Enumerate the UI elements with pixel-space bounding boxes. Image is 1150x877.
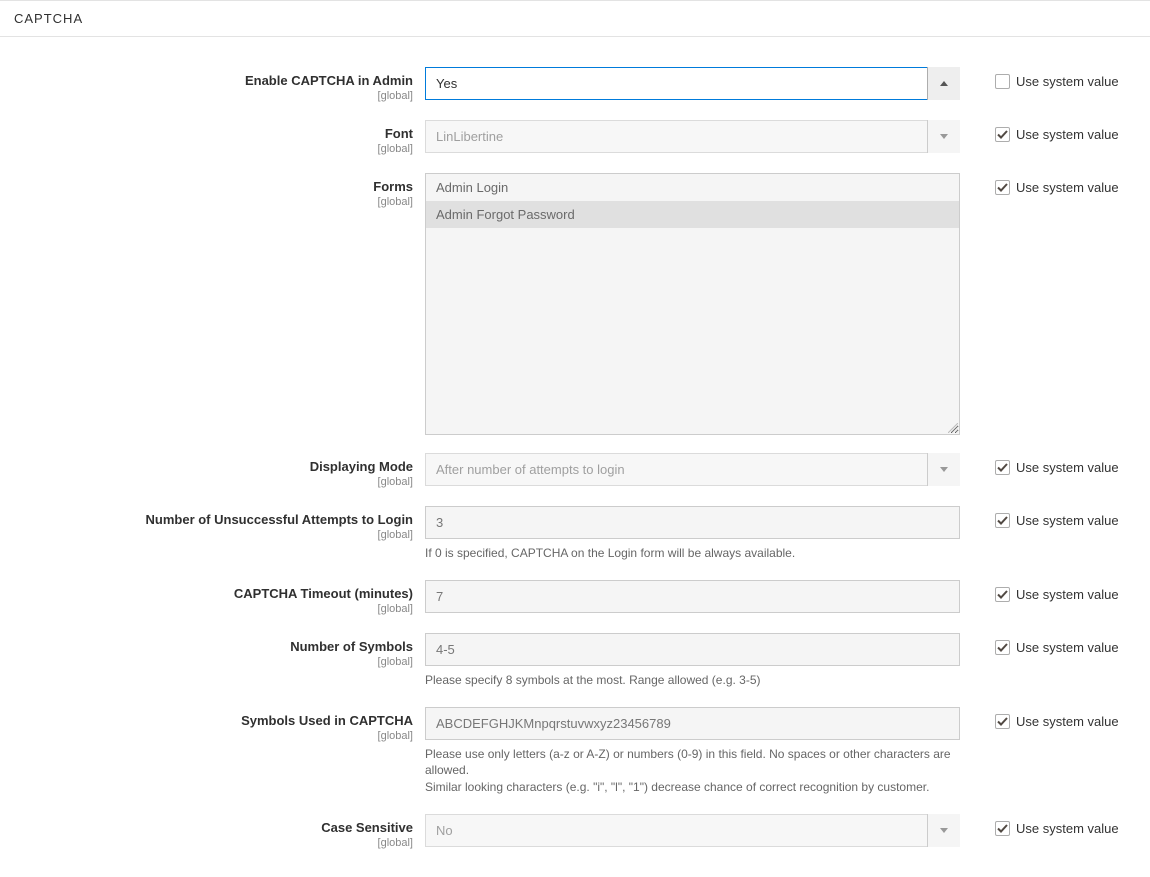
label-case-sensitive: Case Sensitive (0, 820, 413, 835)
section-header[interactable]: CAPTCHA (0, 0, 1150, 37)
select-case-sensitive: No (425, 814, 960, 847)
use-system-label[interactable]: Use system value (1016, 127, 1119, 142)
use-system-label[interactable]: Use system value (1016, 821, 1119, 836)
checkbox-use-system-symbols-count[interactable] (995, 640, 1010, 655)
use-system-label[interactable]: Use system value (1016, 513, 1119, 528)
label-displaying-mode: Displaying Mode (0, 459, 413, 474)
checkbox-use-system-symbols-used[interactable] (995, 714, 1010, 729)
captcha-fieldset: Enable CAPTCHA in Admin [global] Yes Use… (0, 37, 1150, 877)
scope-label: [global] (0, 603, 413, 615)
scope-label: [global] (0, 476, 413, 488)
forms-option-admin-login: Admin Login (426, 174, 959, 201)
label-attempts: Number of Unsuccessful Attempts to Login (0, 512, 413, 527)
field-symbols-used: Symbols Used in CAPTCHA [global] Please … (0, 707, 1150, 796)
use-system-label[interactable]: Use system value (1016, 74, 1119, 89)
field-case-sensitive: Case Sensitive [global] No Use system va… (0, 814, 1150, 849)
multiselect-forms: Admin Login Admin Forgot Password (425, 173, 960, 435)
field-enable-captcha: Enable CAPTCHA in Admin [global] Yes Use… (0, 67, 1150, 102)
use-system-label[interactable]: Use system value (1016, 640, 1119, 655)
field-symbols-count: Number of Symbols [global] Please specif… (0, 633, 1150, 689)
label-timeout: CAPTCHA Timeout (minutes) (0, 586, 413, 601)
note-attempts: If 0 is specified, CAPTCHA on the Login … (425, 545, 960, 562)
scope-label: [global] (0, 90, 413, 102)
input-attempts (425, 506, 960, 539)
section-title: CAPTCHA (14, 11, 83, 26)
input-symbols-count (425, 633, 960, 666)
label-font: Font (0, 126, 413, 141)
scope-label: [global] (0, 837, 413, 849)
note-symbols-count: Please specify 8 symbols at the most. Ra… (425, 672, 960, 689)
checkbox-use-system-enable[interactable] (995, 74, 1010, 89)
scope-label: [global] (0, 196, 413, 208)
checkbox-use-system-timeout[interactable] (995, 587, 1010, 602)
resize-handle-icon (948, 423, 958, 433)
field-timeout: CAPTCHA Timeout (minutes) [global] Use s… (0, 580, 1150, 615)
label-symbols-count: Number of Symbols (0, 639, 413, 654)
checkbox-use-system-attempts[interactable] (995, 513, 1010, 528)
field-attempts: Number of Unsuccessful Attempts to Login… (0, 506, 1150, 562)
checkbox-use-system-forms[interactable] (995, 180, 1010, 195)
select-font: LinLibertine (425, 120, 960, 153)
select-displaying-mode: After number of attempts to login (425, 453, 960, 486)
field-forms: Forms [global] Admin Login Admin Forgot … (0, 173, 1150, 435)
note-symbols-used-2: Similar looking characters (e.g. "i", "l… (425, 779, 960, 796)
note-symbols-used-1: Please use only letters (a-z or A-Z) or … (425, 746, 960, 780)
scope-label: [global] (0, 730, 413, 742)
use-system-label[interactable]: Use system value (1016, 180, 1119, 195)
scope-label: [global] (0, 656, 413, 668)
scope-label: [global] (0, 143, 413, 155)
use-system-label[interactable]: Use system value (1016, 460, 1119, 475)
input-timeout (425, 580, 960, 613)
label-enable-captcha: Enable CAPTCHA in Admin (0, 73, 413, 88)
label-forms: Forms (0, 179, 413, 194)
field-displaying-mode: Displaying Mode [global] After number of… (0, 453, 1150, 488)
checkbox-use-system-case-sensitive[interactable] (995, 821, 1010, 836)
input-symbols-used (425, 707, 960, 740)
checkbox-use-system-font[interactable] (995, 127, 1010, 142)
scope-label: [global] (0, 529, 413, 541)
use-system-label[interactable]: Use system value (1016, 714, 1119, 729)
label-symbols-used: Symbols Used in CAPTCHA (0, 713, 413, 728)
use-system-label[interactable]: Use system value (1016, 587, 1119, 602)
select-enable-captcha[interactable]: Yes (425, 67, 960, 100)
field-font: Font [global] LinLibertine Use system va… (0, 120, 1150, 155)
forms-option-admin-forgot: Admin Forgot Password (426, 201, 959, 228)
checkbox-use-system-mode[interactable] (995, 460, 1010, 475)
